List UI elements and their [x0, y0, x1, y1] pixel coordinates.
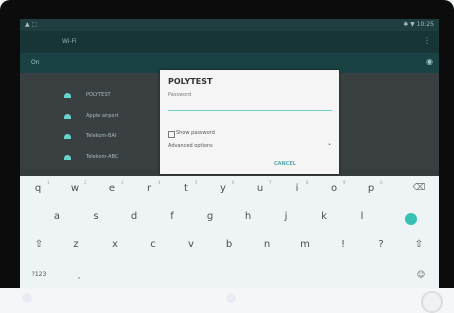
key-s[interactable]: s [87, 211, 105, 222]
sensor-dot-icon [226, 293, 236, 303]
key-g[interactable]: g [201, 211, 219, 222]
key-v[interactable]: v [182, 239, 200, 250]
camera-dot-icon [22, 293, 32, 303]
wifi-signal-icon [64, 114, 71, 119]
network-name: Apple airport [86, 113, 119, 119]
wifi-switch-icon[interactable]: ◉ [426, 57, 433, 66]
key-u[interactable]: u [251, 183, 269, 194]
cancel-button[interactable]: CANCEL [274, 161, 296, 167]
key-hint: 1 [47, 180, 50, 185]
key-c[interactable]: c [144, 239, 162, 250]
wifi-signal-icon [64, 155, 71, 160]
key-i[interactable]: i [288, 183, 306, 194]
password-placeholder: Password [168, 92, 192, 98]
network-name: POLYTEST [86, 92, 111, 98]
key-t[interactable]: t [177, 183, 195, 194]
shift-right-icon[interactable]: ⇧ [410, 239, 428, 250]
key-hint: 7 [269, 180, 272, 185]
key-h[interactable]: h [239, 211, 257, 222]
password-input-underline[interactable] [168, 110, 332, 111]
key-hint: 4 [158, 180, 161, 185]
dialog-title: POLYTEST [168, 77, 213, 86]
key-d[interactable]: d [125, 211, 143, 222]
tablet-frame: ▲ ⬚ ✱ ▼ 10:25 Wi‑Fi ⋮ On ◉ POLYTEST Appl… [0, 0, 454, 313]
key-hint: 6 [232, 180, 235, 185]
wifi-password-dialog: POLYTEST Password Show password Advanced… [160, 70, 339, 174]
comma-key[interactable]: , [70, 271, 88, 280]
wifi-toggle-label: On [31, 59, 40, 66]
wifi-signal-icon [64, 93, 71, 98]
key-j[interactable]: j [277, 211, 295, 222]
key-f[interactable]: f [163, 211, 181, 222]
shift-left-icon[interactable]: ⇧ [30, 239, 48, 250]
key-p[interactable]: p [362, 183, 380, 194]
key-hint: 2 [84, 180, 87, 185]
home-button-icon[interactable] [421, 291, 443, 313]
status-left-icons: ▲ ⬚ [25, 21, 38, 28]
key-n[interactable]: n [258, 239, 276, 250]
network-name: Telekom-BAI [86, 133, 117, 139]
key-r[interactable]: r [140, 183, 158, 194]
key-exclaim[interactable]: ! [334, 239, 352, 250]
key-question[interactable]: ? [372, 239, 390, 250]
key-m[interactable]: m [296, 239, 314, 250]
key-hint: 0 [380, 180, 383, 185]
key-hint: 8 [306, 180, 309, 185]
key-hint: 3 [121, 180, 124, 185]
key-o[interactable]: o [325, 183, 343, 194]
status-bar: ▲ ⬚ ✱ ▼ 10:25 [20, 19, 439, 31]
key-l[interactable]: l [353, 211, 371, 222]
advanced-options-label[interactable]: Advanced options [168, 143, 213, 149]
key-b[interactable]: b [220, 239, 238, 250]
key-a[interactable]: a [48, 211, 66, 222]
wifi-signal-icon [64, 134, 71, 139]
symbols-key[interactable]: ?123 [26, 271, 52, 278]
key-q[interactable]: q [29, 183, 47, 194]
enter-key-icon[interactable] [405, 213, 417, 225]
network-name: Telekom-ABC [86, 154, 119, 160]
key-z[interactable]: z [67, 239, 85, 250]
key-e[interactable]: e [103, 183, 121, 194]
key-hint: 9 [343, 180, 346, 185]
key-w[interactable]: w [66, 183, 84, 194]
status-right-icons: ✱ ▼ 10:25 [403, 21, 434, 28]
app-title: Wi‑Fi [62, 38, 77, 45]
show-password-checkbox[interactable] [168, 131, 175, 138]
chevron-down-icon[interactable]: ⌄ [327, 140, 332, 147]
emoji-icon[interactable]: ☺ [412, 270, 430, 279]
app-bar: Wi‑Fi ⋮ [20, 31, 439, 53]
key-hint: 5 [195, 180, 198, 185]
show-password-label[interactable]: Show password [176, 130, 215, 136]
backspace-icon[interactable]: ⌫ [410, 183, 428, 193]
soft-keyboard: q w e r t y u i o p ⌫ 1 2 3 4 5 6 7 8 9 … [20, 176, 439, 288]
more-options-icon[interactable]: ⋮ [423, 36, 431, 45]
screen: ▲ ⬚ ✱ ▼ 10:25 Wi‑Fi ⋮ On ◉ POLYTEST Appl… [20, 19, 439, 288]
key-y[interactable]: y [214, 183, 232, 194]
key-k[interactable]: k [315, 211, 333, 222]
key-x[interactable]: x [106, 239, 124, 250]
